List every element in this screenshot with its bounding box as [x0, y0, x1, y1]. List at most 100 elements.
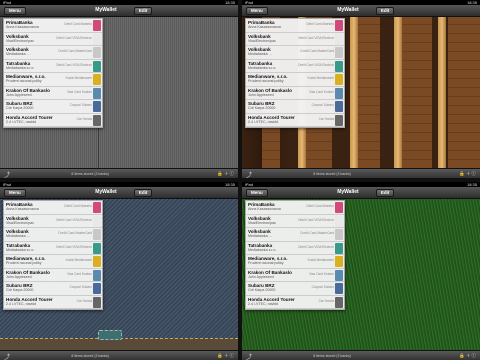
card-thumbnail [335, 269, 343, 281]
info-icon[interactable]: ⓘ [230, 353, 236, 358]
screenshot-grid: iPad 18:35 Menu MyWallet Edit PrimaBanka Anna … [0, 0, 480, 360]
bottom-toolbar: ⤴ 8 items stored (3 banks) 🔒＋ⓘ [0, 350, 238, 360]
list-item[interactable]: Volksbank Visa/Electron/pac Debit Card VIS… [246, 33, 344, 46]
item-detail: Debit Card VISA Electron [298, 62, 334, 67]
card-thumbnail [93, 242, 101, 254]
info-icon[interactable]: ⓘ [230, 171, 236, 176]
list-item[interactable]: Honda Accord Tourer 2.4 i-VTEC, navidd Car… [4, 114, 102, 127]
card-thumbnail [335, 242, 343, 254]
toolbar-icons: 🔒＋ⓘ [217, 353, 235, 359]
list-item[interactable]: Volksbank Mediabanka ... Credit Card Maste… [246, 46, 344, 60]
footer-text: 8 items stored (3 banks) [313, 172, 351, 176]
item-detail: Visa Card Kraken [309, 271, 334, 276]
edit-button[interactable]: Edit [375, 189, 395, 197]
list-item[interactable]: Volksbank Mediabanka ... Credit Card Maste… [246, 228, 344, 242]
edit-button[interactable]: Edit [133, 7, 153, 15]
menu-button[interactable]: Menu [4, 7, 26, 15]
wood-post [350, 17, 358, 168]
card-thumbnail [93, 74, 101, 85]
item-detail: Debit Card Maestro [64, 204, 92, 208]
edit-button[interactable]: Edit [133, 189, 153, 197]
card-thumbnail [335, 87, 343, 99]
card-thumbnail [335, 202, 343, 213]
list-item[interactable]: Volksbank Mediabanka ... Credit Card Maste… [4, 228, 102, 242]
card-thumbnail [93, 33, 101, 45]
share-icon[interactable]: ⤴ [246, 352, 252, 360]
list-item[interactable]: PrimaBanka Anna Kaszasovaova Debit Card Ma… [4, 201, 102, 215]
menu-button[interactable]: Menu [4, 189, 26, 197]
wood-board [402, 17, 432, 168]
list-item[interactable]: Medianware, s.r.o. Prudent racunal poliky… [246, 255, 344, 269]
list-item[interactable]: Volksbank Visa/Electron/pac Debit Card VIS… [4, 215, 102, 228]
item-detail: Visa Card Kraken [67, 271, 92, 276]
list-item[interactable]: Krakon Of Bankaslo John Appleseed Visa Car… [246, 87, 344, 100]
list-item[interactable]: Honda Accord Tourer 2.4 i-VTEC, navidd Car… [4, 296, 102, 309]
list-item[interactable]: Medianware, s.r.o. Prudent racunal poliky… [4, 255, 102, 269]
list-item[interactable]: Tatrabanka Mediabanka s.r.o. Debit Card VI… [246, 242, 344, 255]
list-item[interactable]: Subaru BRZ Cdr Karpa 20000 Carpool Subaru [4, 100, 102, 114]
card-thumbnail [93, 101, 101, 112]
card-thumbnail [93, 47, 101, 58]
list-item[interactable]: PrimaBanka Anna Kaszasovaova Debit Card Ma… [4, 19, 102, 33]
list-item[interactable]: Honda Accord Tourer 2.4 i-VTEC, navidd Car… [246, 114, 344, 127]
share-icon[interactable]: ⤴ [246, 170, 252, 178]
menu-button[interactable]: Menu [246, 7, 268, 15]
menu-button[interactable]: Menu [246, 189, 268, 197]
card-thumbnail [335, 215, 343, 227]
list-item[interactable]: Honda Accord Tourer 2.4 i-VTEC, navidd Car… [246, 296, 344, 309]
list-item[interactable]: PrimaBanka Anna Kaszasovaova Debit Card Ma… [246, 19, 344, 33]
list-item[interactable]: Krakon Of Bankaslo John Appleseed Visa Car… [246, 269, 344, 282]
item-detail: Kodai Medianware [65, 76, 92, 80]
share-icon[interactable]: ⤴ [4, 352, 10, 360]
toolbar-icons: 🔒＋ⓘ [217, 171, 235, 177]
page-title: MyWallet [337, 189, 359, 195]
card-thumbnail [93, 20, 101, 31]
bottom-toolbar: ⤴ 8 items stored (3 banks) 🔒＋ⓘ [0, 168, 238, 178]
item-detail: Credit Card MasterCard [58, 231, 92, 235]
card-thumbnail [335, 47, 343, 58]
list-item[interactable]: Volksbank Visa/Electron/pac Debit Card VIS… [4, 33, 102, 46]
info-icon[interactable]: ⓘ [472, 171, 478, 176]
list-item[interactable]: Tatrabanka Mediabanka s.r.o. Debit Card VI… [4, 60, 102, 73]
card-thumbnail [93, 202, 101, 213]
item-detail: Visa Card Kraken [309, 89, 334, 94]
lock-icon[interactable]: 🔒 [459, 171, 466, 176]
screen-linen: iPad 18:35 Menu MyWallet Edit PrimaBanka Anna … [0, 0, 238, 178]
info-icon[interactable]: ⓘ [472, 353, 478, 358]
card-thumbnail [93, 296, 101, 308]
share-icon[interactable]: ⤴ [4, 170, 10, 178]
card-thumbnail [93, 114, 101, 126]
list-item[interactable]: Subaru BRZ Cdr Karpa 20000 Carpool Subaru [246, 100, 344, 114]
lock-icon[interactable]: 🔒 [217, 353, 224, 358]
list-item[interactable]: Subaru BRZ Cdr Karpa 20000 Carpool Subaru [246, 282, 344, 296]
list-item[interactable]: Krakon Of Bankaslo John Appleseed Visa Car… [4, 87, 102, 100]
card-thumbnail [335, 60, 343, 72]
card-thumbnail [335, 74, 343, 85]
list-item[interactable]: Tatrabanka Mediabanka s.r.o. Debit Card VI… [4, 242, 102, 255]
edit-button[interactable]: Edit [375, 7, 395, 15]
list-item[interactable]: Subaru BRZ Cdr Karpa 20000 Carpool Subaru [4, 282, 102, 296]
list-item[interactable]: Krakon Of Bankaslo John Appleseed Visa Car… [4, 269, 102, 282]
screen-wood: iPad 18:35 Menu MyWallet Edit PrimaBanka Anna … [242, 0, 480, 178]
nav-bar: Menu MyWallet Edit [242, 187, 480, 199]
item-detail: Debit Card VISA Electron [56, 217, 92, 222]
item-detail: Credit Card MasterCard [300, 49, 334, 53]
card-thumbnail [93, 60, 101, 72]
card-thumbnail [93, 229, 101, 240]
card-thumbnail [93, 256, 101, 267]
list-item[interactable]: Volksbank Mediabanka ... Credit Card Maste… [4, 46, 102, 60]
item-detail: Debit Card VISA Electron [56, 35, 92, 40]
card-thumbnail [335, 114, 343, 126]
wallet-list: PrimaBanka Anna Kaszasovaova Debit Card Ma… [245, 18, 345, 128]
item-detail: Carpool Subaru [69, 103, 92, 107]
list-item[interactable]: Tatrabanka Mediabanka s.r.o. Debit Card VI… [246, 60, 344, 73]
card-thumbnail [93, 215, 101, 227]
list-item[interactable]: Medianware, s.r.o. Prudent racunal poliky… [4, 73, 102, 87]
list-item[interactable]: Medianware, s.r.o. Prudent racunal poliky… [246, 73, 344, 87]
lock-icon[interactable]: 🔒 [217, 171, 224, 176]
item-detail: Kodai Medianware [65, 258, 92, 262]
list-item[interactable]: Volksbank Visa/Electron/pac Debit Card VIS… [246, 215, 344, 228]
lock-icon[interactable]: 🔒 [459, 353, 466, 358]
list-item[interactable]: PrimaBanka Anna Kaszasovaova Debit Card Ma… [246, 201, 344, 215]
item-detail: Debit Card Maestro [306, 204, 334, 208]
